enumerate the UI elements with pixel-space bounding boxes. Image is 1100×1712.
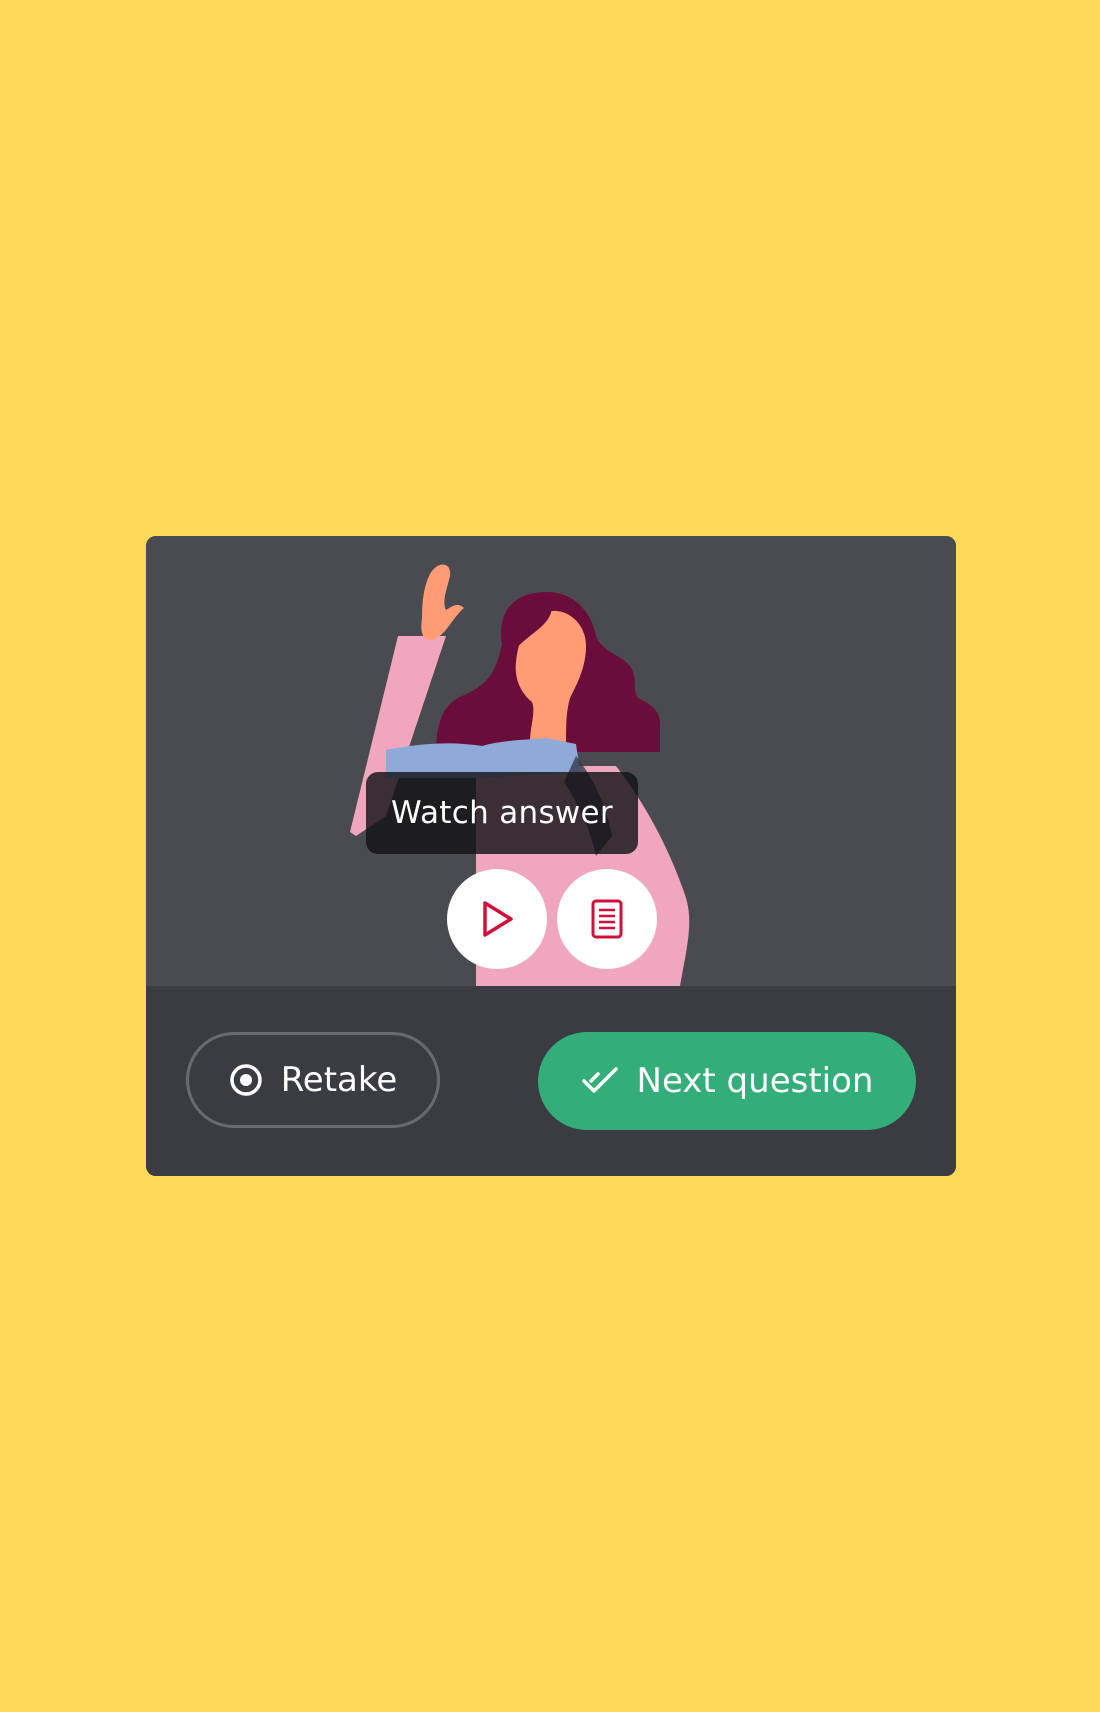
watch-answer-tooltip: Watch answer: [366, 772, 638, 854]
retake-label: Retake: [280, 1060, 398, 1100]
record-icon: [229, 1063, 263, 1097]
transcript-icon: [590, 898, 624, 940]
person-illustration: [350, 564, 690, 986]
answer-card: Watch answer Retake Next question: [146, 536, 956, 1176]
retake-button[interactable]: Retake: [186, 1032, 440, 1128]
video-preview[interactable]: Watch answer: [146, 536, 956, 986]
play-icon: [479, 899, 515, 939]
next-question-label: Next question: [636, 1061, 874, 1101]
action-footer: Retake Next question: [146, 986, 956, 1176]
double-check-icon: [581, 1065, 619, 1097]
play-button[interactable]: [447, 869, 547, 969]
transcript-button[interactable]: [557, 869, 657, 969]
next-question-button[interactable]: Next question: [538, 1032, 916, 1130]
